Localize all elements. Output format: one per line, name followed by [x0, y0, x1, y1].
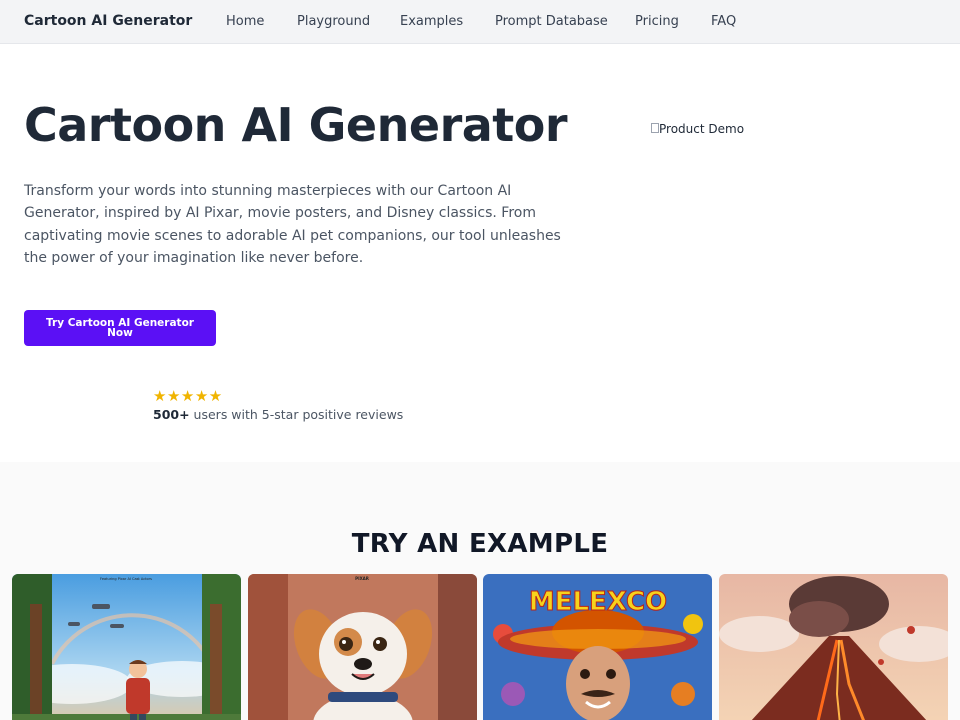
- forest-man-image: Featuring Pixar AI Cast Actors: [12, 574, 241, 720]
- broken-image-icon: [651, 123, 659, 133]
- examples-title: TRY AN EXAMPLE: [351, 529, 609, 559]
- review-count: 500+: [153, 407, 190, 422]
- example-card-forest-man[interactable]: Featuring Pixar AI Cast Actors: [12, 574, 241, 720]
- product-demo-image: Product Demo: [651, 122, 744, 136]
- example-card-volcano[interactable]: [719, 574, 948, 720]
- volcano-image: [719, 574, 948, 720]
- hero-description: Transform your words into stunning maste…: [24, 183, 561, 266]
- nav-link-prompt-database[interactable]: Prompt Database: [495, 14, 608, 29]
- nav-link-faq[interactable]: FAQ: [711, 14, 736, 29]
- brand-logo-text[interactable]: Cartoon AI Generator: [24, 13, 192, 29]
- sombrero-image: MELEXCO: [483, 574, 712, 720]
- review-summary: 500+ users with 5-star positive reviews: [153, 407, 403, 422]
- example-card-puppy[interactable]: PIXAR: [248, 574, 477, 720]
- nav-link-home[interactable]: Home: [226, 14, 264, 29]
- card-2-caption: PIXAR: [355, 576, 369, 581]
- product-demo-alt-text: Product Demo: [659, 122, 745, 136]
- hero-title: Cartoon AI Generator: [24, 98, 568, 152]
- top-nav: Cartoon AI Generator Home Playground Exa…: [0, 0, 960, 44]
- try-generator-button[interactable]: Try Cartoon AI Generator Now: [24, 310, 216, 346]
- card-1-caption: Featuring Pixar AI Cast Actors: [100, 577, 152, 581]
- nav-link-pricing[interactable]: Pricing: [635, 14, 679, 29]
- rating-stars-icon: ★★★★★: [153, 387, 223, 405]
- review-label: users with 5-star positive reviews: [189, 407, 404, 422]
- card-3-caption: MELEXCO: [529, 587, 667, 617]
- nav-link-playground[interactable]: Playground: [297, 14, 370, 29]
- nav-link-examples[interactable]: Examples: [400, 14, 463, 29]
- puppy-image: PIXAR: [248, 574, 477, 720]
- example-card-sombrero[interactable]: MELEXCO: [483, 574, 712, 720]
